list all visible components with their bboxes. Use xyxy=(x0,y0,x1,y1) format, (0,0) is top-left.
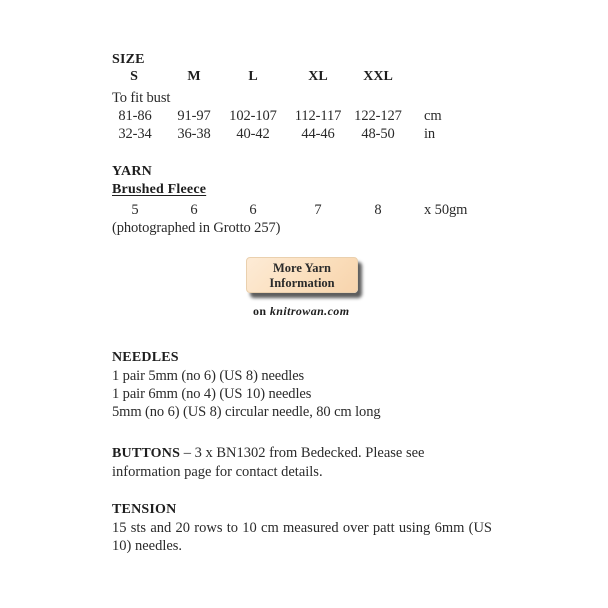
size-cell: 81-86 xyxy=(118,108,152,124)
needles-heading: NEEDLES xyxy=(112,350,179,365)
buttons-heading: BUTTONS xyxy=(112,446,181,461)
link-prefix: on xyxy=(253,304,267,318)
size-cell: 48-50 xyxy=(361,126,395,142)
size-cell: 122-127 xyxy=(354,108,402,124)
more-yarn-info-button[interactable]: More Yarn Information xyxy=(246,257,358,293)
yarn-unit: x 50gm xyxy=(424,202,468,218)
needle-item: 1 pair 5mm (no 6) (US 8) needles xyxy=(112,368,305,384)
yarn-heading: YARN xyxy=(112,164,152,179)
yarn-qty: 6 xyxy=(190,202,198,218)
size-cell: 112-117 xyxy=(294,108,342,124)
yarn-photo-note: (photographed in Grotto 257) xyxy=(112,220,281,236)
size-col-s: S xyxy=(130,69,138,84)
buttons-paragraph: BUTTONS – 3 x BN1302 from Bedecked. Plea… xyxy=(112,444,492,481)
needle-item: 5mm (no 6) (US 8) circular needle, 80 cm… xyxy=(112,404,381,420)
size-col-m: M xyxy=(187,69,201,84)
more-yarn-info-line2: Information xyxy=(269,276,335,290)
more-yarn-info-line1: More Yarn xyxy=(273,261,331,275)
knitrowan-link-line: on knitrowan.com xyxy=(253,304,349,319)
size-cell: 32-34 xyxy=(118,126,152,142)
yarn-name: Brushed Fleece xyxy=(112,182,207,197)
needle-item: 1 pair 6mm (no 4) (US 10) needles xyxy=(112,386,312,402)
yarn-qty: 5 xyxy=(131,202,139,218)
size-cell: 36-38 xyxy=(177,126,211,142)
knitrowan-link[interactable]: knitrowan.com xyxy=(270,304,350,318)
tension-heading: TENSION xyxy=(112,502,177,517)
size-col-xl: XL xyxy=(308,69,328,84)
size-heading: SIZE xyxy=(112,52,145,67)
size-col-xxl: XXL xyxy=(363,69,393,84)
size-col-l: L xyxy=(248,69,258,84)
yarn-qty: 6 xyxy=(249,202,257,218)
size-cell: 102-107 xyxy=(229,108,277,124)
size-cell: 40-42 xyxy=(236,126,270,142)
size-unit-cm: cm xyxy=(424,108,442,124)
size-cell: 44-46 xyxy=(301,126,335,142)
size-cell: 91-97 xyxy=(177,108,211,124)
yarn-qty: 7 xyxy=(314,202,322,218)
yarn-qty: 8 xyxy=(374,202,382,218)
size-unit-in: in xyxy=(424,126,436,142)
fit-bust-label: To fit bust xyxy=(112,90,171,106)
tension-text: 15 sts and 20 rows to 10 cm measured ove… xyxy=(112,520,492,554)
